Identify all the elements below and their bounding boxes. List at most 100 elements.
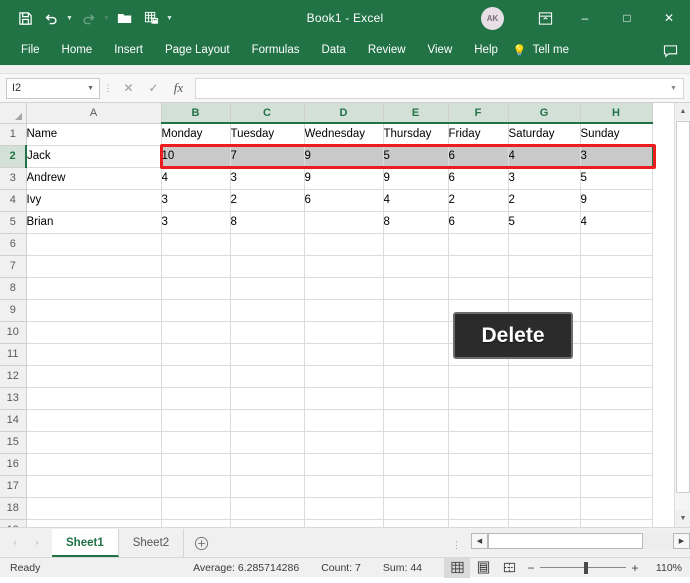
name-box[interactable]: I2 ▼ (6, 77, 100, 99)
cell-g14[interactable] (508, 409, 581, 432)
cell-g15[interactable] (508, 431, 581, 454)
col-header-c[interactable]: C (230, 103, 305, 124)
cell-f12[interactable] (448, 365, 509, 388)
cell-c14[interactable] (230, 409, 305, 432)
cell-c15[interactable] (230, 431, 305, 454)
cell-g12[interactable] (508, 365, 581, 388)
cell-d8[interactable] (304, 277, 384, 300)
cell-d9[interactable] (304, 299, 384, 322)
cell-e6[interactable] (383, 233, 449, 256)
cell-d18[interactable] (304, 497, 384, 520)
cell-a18[interactable] (26, 497, 162, 520)
cell-g6[interactable] (508, 233, 581, 256)
open-folder-icon[interactable] (112, 5, 138, 31)
enter-icon[interactable]: ✓ (141, 78, 166, 99)
cell-f13[interactable] (448, 387, 509, 410)
cell-d5[interactable] (304, 211, 384, 234)
undo-icon[interactable] (38, 5, 64, 31)
cell-a14[interactable] (26, 409, 162, 432)
col-header-a[interactable]: A (26, 103, 162, 124)
redo-icon[interactable] (75, 5, 101, 31)
add-sheet-button[interactable] (184, 529, 218, 557)
cell-c6[interactable] (230, 233, 305, 256)
cell-d7[interactable] (304, 255, 384, 278)
avatar[interactable]: AK (481, 6, 504, 30)
cell-h10[interactable] (580, 321, 653, 344)
cell-e8[interactable] (383, 277, 449, 300)
cell-g13[interactable] (508, 387, 581, 410)
cell-f19[interactable] (448, 519, 509, 527)
col-header-h[interactable]: H (580, 103, 653, 124)
col-header-f[interactable]: F (448, 103, 509, 124)
cell-g2[interactable]: 4 (508, 145, 581, 168)
cell-d19[interactable] (304, 519, 384, 527)
tab-page-layout[interactable]: Page Layout (154, 36, 241, 65)
cell-b6[interactable] (161, 233, 231, 256)
cell-c2[interactable]: 7 (230, 145, 305, 168)
zoom-level-label[interactable]: 110% (644, 562, 690, 574)
row-header-13[interactable]: 13 (0, 387, 27, 410)
cell-c3[interactable]: 3 (230, 167, 305, 190)
col-header-b[interactable]: B (161, 103, 231, 124)
cell-a12[interactable] (26, 365, 162, 388)
worksheet-grid[interactable]: A B C D E F G H 1 Name Monday Tuesday We… (0, 103, 690, 527)
cell-c18[interactable] (230, 497, 305, 520)
cell-b2[interactable]: 10 (161, 145, 231, 168)
cell-f17[interactable] (448, 475, 509, 498)
cell-d15[interactable] (304, 431, 384, 454)
cell-e14[interactable] (383, 409, 449, 432)
cell-b7[interactable] (161, 255, 231, 278)
cell-e2[interactable]: 5 (383, 145, 449, 168)
scroll-left-icon[interactable]: ◀ (471, 533, 488, 549)
insert-function-icon[interactable]: fx (166, 78, 191, 99)
cell-a9[interactable] (26, 299, 162, 322)
cell-a2[interactable]: Jack (26, 145, 162, 168)
cell-d14[interactable] (304, 409, 384, 432)
zoom-out-button[interactable]: − (522, 561, 540, 575)
cell-e3[interactable]: 9 (383, 167, 449, 190)
cell-d10[interactable] (304, 321, 384, 344)
cell-b3[interactable]: 4 (161, 167, 231, 190)
col-header-e[interactable]: E (383, 103, 449, 124)
cell-d6[interactable] (304, 233, 384, 256)
cell-g4[interactable]: 2 (508, 189, 581, 212)
cell-d4[interactable]: 6 (304, 189, 384, 212)
cell-a15[interactable] (26, 431, 162, 454)
cell-a4[interactable]: Ivy (26, 189, 162, 212)
col-header-g[interactable]: G (508, 103, 581, 124)
cell-e17[interactable] (383, 475, 449, 498)
cell-h18[interactable] (580, 497, 653, 520)
page-layout-view-icon[interactable] (470, 558, 496, 578)
cell-b9[interactable] (161, 299, 231, 322)
cell-d3[interactable]: 9 (304, 167, 384, 190)
close-button[interactable]: ✕ (648, 0, 690, 36)
zoom-slider-thumb[interactable] (584, 561, 588, 574)
cell-d17[interactable] (304, 475, 384, 498)
cell-h15[interactable] (580, 431, 653, 454)
sheet-tab-sheet2[interactable]: Sheet2 (118, 529, 185, 557)
cell-f4[interactable]: 2 (448, 189, 509, 212)
tell-me-box[interactable]: 💡 Tell me (513, 36, 569, 65)
cell-b19[interactable] (161, 519, 231, 527)
cell-b16[interactable] (161, 453, 231, 476)
cell-a11[interactable] (26, 343, 162, 366)
cell-d11[interactable] (304, 343, 384, 366)
ribbon-display-options-icon[interactable] (526, 0, 564, 36)
cell-e1[interactable]: Thursday (383, 123, 449, 146)
row-header-1[interactable]: 1 (0, 123, 27, 146)
tab-review[interactable]: Review (357, 36, 417, 65)
cell-f1[interactable]: Friday (448, 123, 509, 146)
cell-f2[interactable]: 6 (448, 145, 509, 168)
cell-h9[interactable] (580, 299, 653, 322)
sheet-tab-sheet1[interactable]: Sheet1 (52, 529, 119, 557)
cell-b4[interactable]: 3 (161, 189, 231, 212)
row-header-8[interactable]: 8 (0, 277, 27, 300)
cell-a7[interactable] (26, 255, 162, 278)
cell-b11[interactable] (161, 343, 231, 366)
maximize-button[interactable]: □ (606, 0, 648, 36)
cell-a1[interactable]: Name (26, 123, 162, 146)
cell-h7[interactable] (580, 255, 653, 278)
cell-c8[interactable] (230, 277, 305, 300)
cell-a6[interactable] (26, 233, 162, 256)
minimize-button[interactable]: – (564, 0, 606, 36)
